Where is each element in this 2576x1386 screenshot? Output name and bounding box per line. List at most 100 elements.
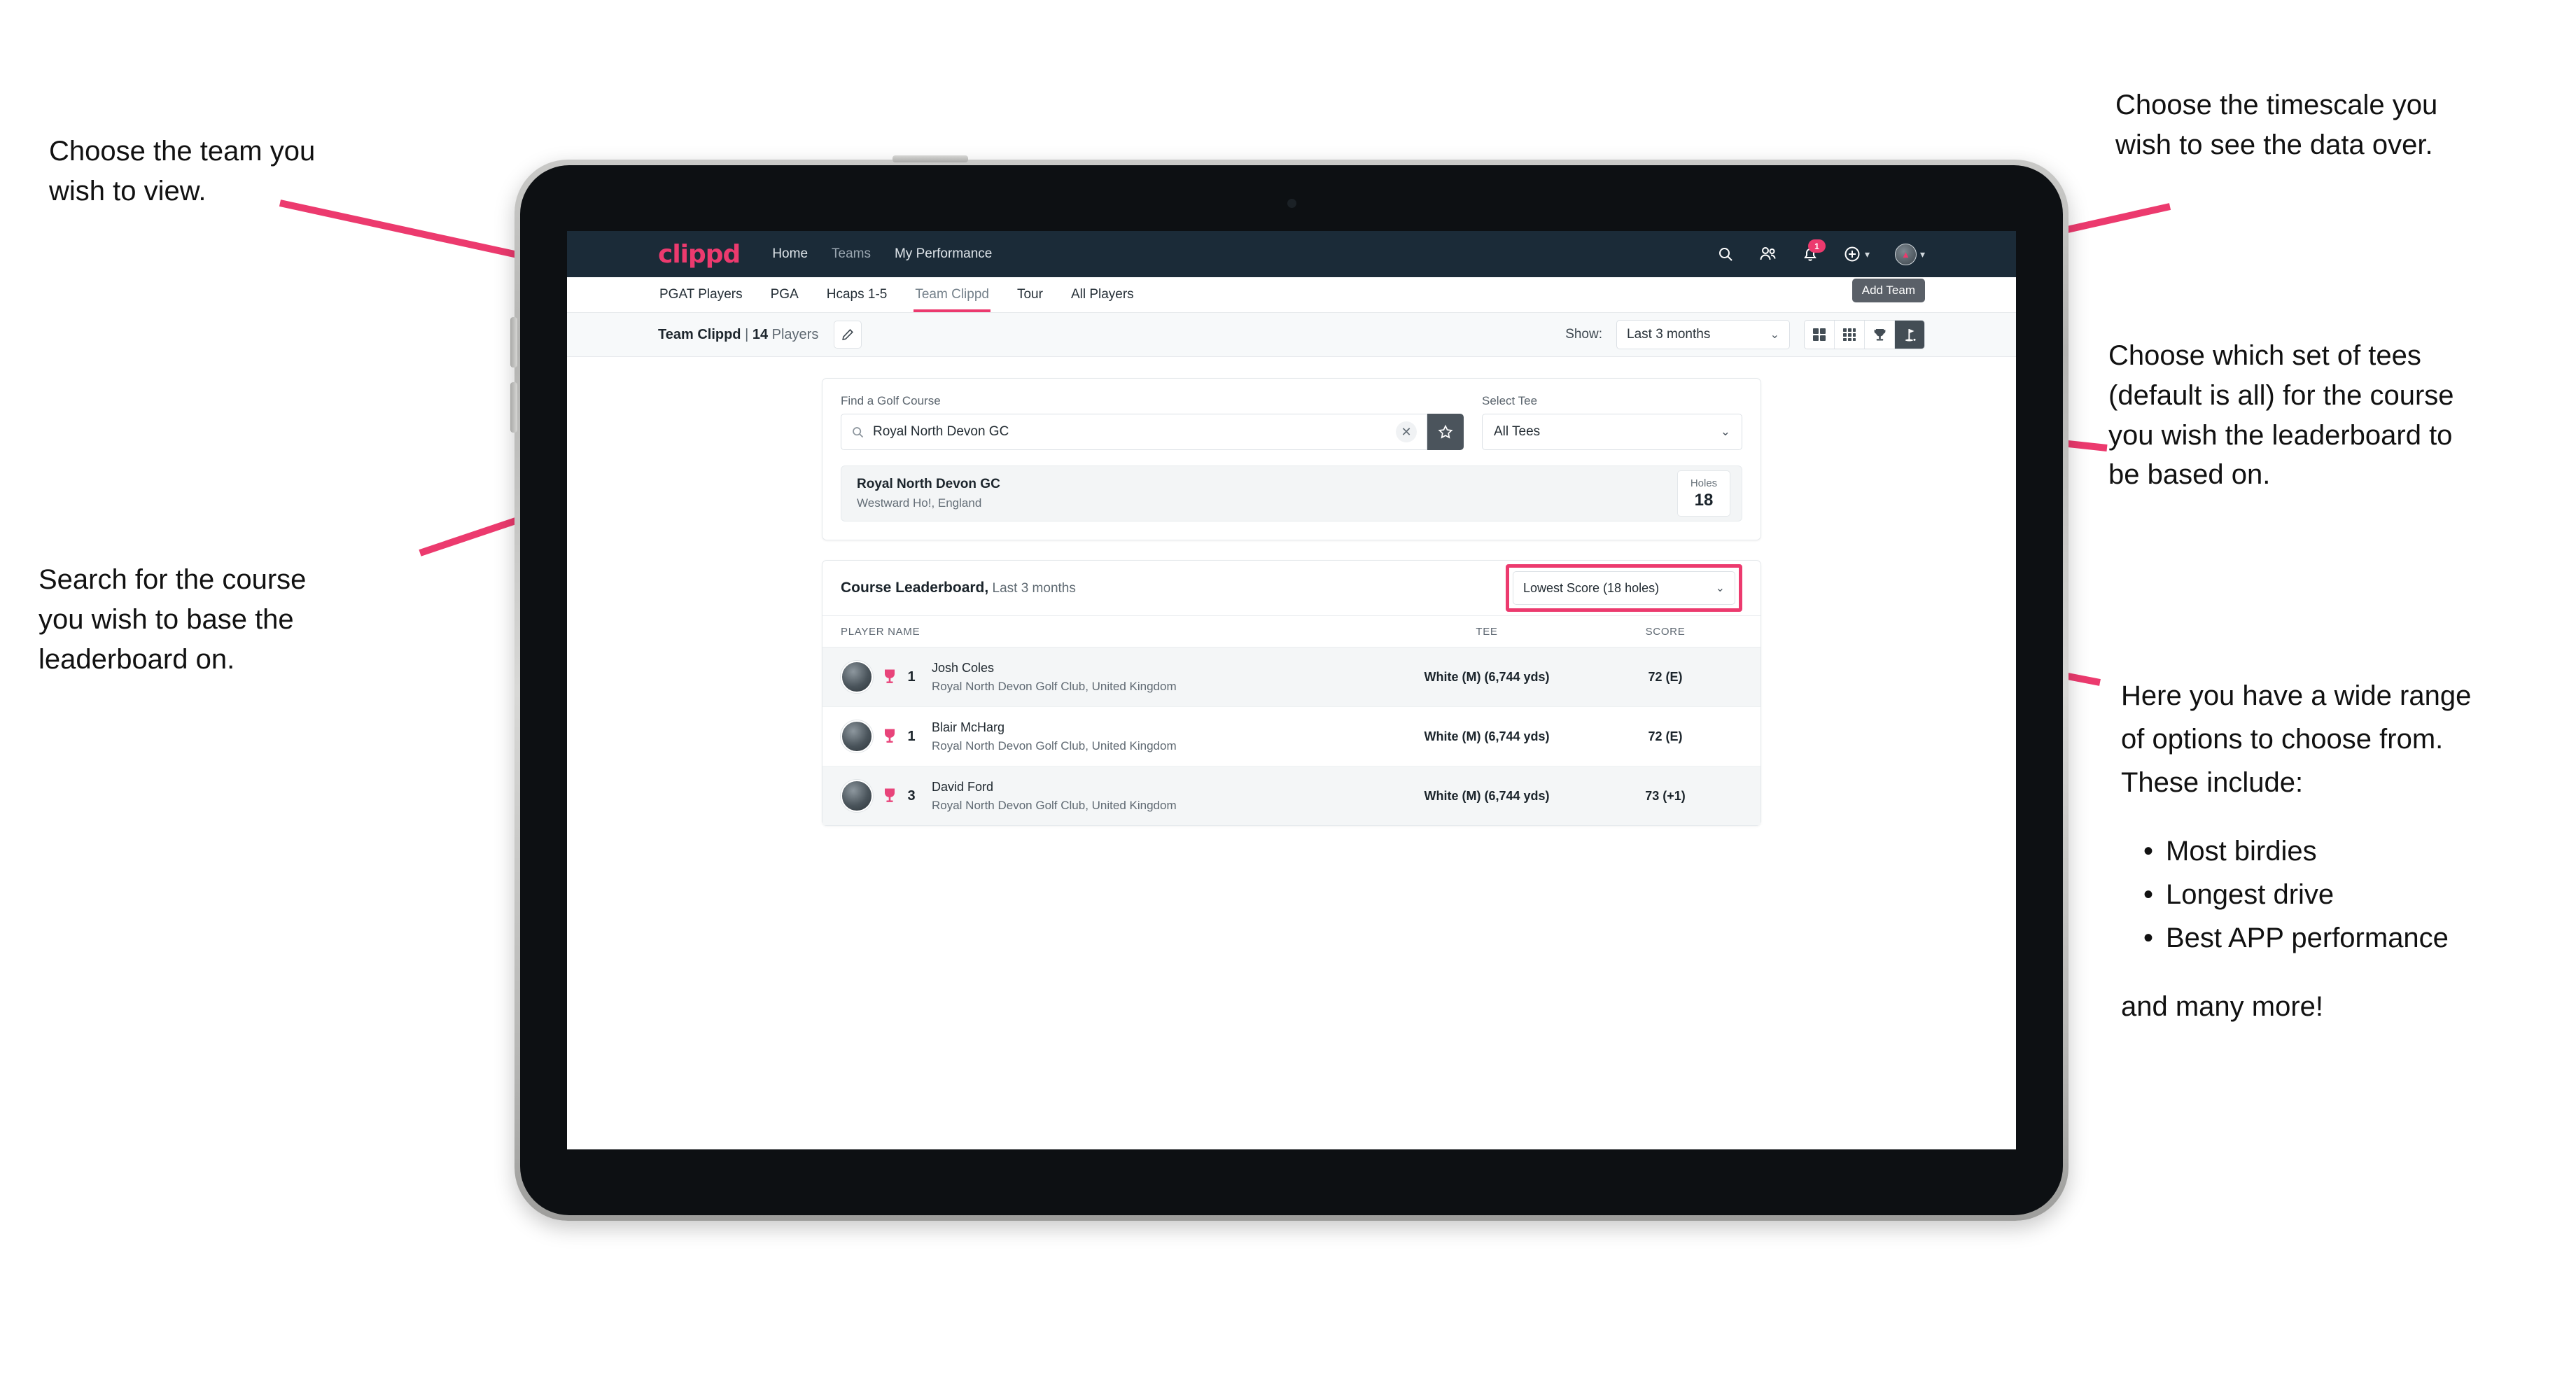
app-screen: clippd Home Teams My Performance 1 ▾ ▲ ▾… xyxy=(567,231,2016,1149)
tee-select[interactable]: All Tees ⌄ xyxy=(1482,414,1742,450)
volume-down-button[interactable] xyxy=(510,382,517,433)
add-team-tooltip: Add Team xyxy=(1851,279,1925,302)
tab-team-clippd[interactable]: Team Clippd xyxy=(913,277,990,312)
row-tee-value: White (M) (6,744 yds) xyxy=(1424,788,1550,803)
annotation-option-label: Most birdies xyxy=(2166,836,2317,867)
player-name: Blair McHarg xyxy=(932,720,1005,734)
grid-3x3-view-button[interactable] xyxy=(1835,321,1865,349)
player-name: David Ford xyxy=(932,779,994,794)
leaderboard-title-sub: Last 3 months xyxy=(988,581,1076,596)
annotation-team: Choose the team you wish to view. xyxy=(49,136,316,206)
tee-select-label: Select Tee xyxy=(1482,394,1538,407)
course-search-label: Find a Golf Course xyxy=(841,394,941,407)
chevron-down-icon: ⌄ xyxy=(1770,329,1779,341)
annotation-tees: Choose which set of tees (default is all… xyxy=(2108,340,2454,491)
search-icon xyxy=(853,426,864,438)
page-content: Find a Golf Course Royal North Devon GC … xyxy=(567,357,2016,1149)
tab-pgat-players[interactable]: PGAT Players xyxy=(658,277,744,312)
app-header: clippd Home Teams My Performance 1 ▾ ▲ ▾ xyxy=(567,231,2016,277)
team-name: Team Clippd xyxy=(658,326,741,342)
course-result-location: Westward Ho!, England xyxy=(857,496,982,510)
leaderboard-column-headers: PLAYER NAME TEE SCORE xyxy=(822,616,1760,648)
bullet-dot: • xyxy=(2143,879,2154,910)
tee-select-column: Select Tee All Tees ⌄ xyxy=(1482,394,1742,450)
nav-link-home[interactable]: Home xyxy=(772,246,808,262)
show-label: Show: xyxy=(1565,327,1602,342)
nav-link-teams[interactable]: Teams xyxy=(832,246,871,262)
annotation-option-item: • Most birdies xyxy=(2143,830,2569,873)
clippd-logo[interactable]: clippd xyxy=(658,240,741,269)
row-score-value: 72 (E) xyxy=(1648,729,1683,743)
team-summary: Team Clippd | 14 Players xyxy=(658,327,818,343)
golf-flag-icon xyxy=(1905,328,1915,341)
notification-badge: 1 xyxy=(1807,239,1826,253)
course-result-card[interactable]: Royal North Devon GC Westward Ho!, Engla… xyxy=(841,465,1742,522)
tab-hcaps-1-5[interactable]: Hcaps 1-5 xyxy=(825,277,889,312)
people-icon[interactable] xyxy=(1759,246,1777,262)
annotation-options-intro: Here you have a wide range of options to… xyxy=(2121,680,2472,798)
course-search-column: Find a Golf Course Royal North Devon GC … xyxy=(841,394,1464,450)
course-search-input[interactable]: Royal North Devon GC ✕ xyxy=(841,414,1427,450)
row-score-value: 73 (+1) xyxy=(1645,788,1686,803)
favourite-course-button[interactable] xyxy=(1427,414,1464,450)
table-row[interactable]: 1 Blair McHarg Royal North Devon Golf Cl… xyxy=(822,707,1760,766)
chevron-down-icon: ▾ xyxy=(1864,248,1870,260)
player-info: Blair McHarg Royal North Devon Golf Club… xyxy=(932,720,1177,753)
rank-value: 1 xyxy=(907,728,916,744)
player-count: 14 xyxy=(752,326,769,342)
leaderboard-metric-select[interactable]: Lowest Score (18 holes) ⌄ xyxy=(1513,571,1735,605)
course-result-text: Royal North Devon GC Westward Ho!, Engla… xyxy=(857,477,1000,510)
timescale-value: Last 3 months xyxy=(1627,327,1711,342)
table-row[interactable]: 1 Josh Coles Royal North Devon Golf Club… xyxy=(822,648,1760,707)
tablet-device: clippd Home Teams My Performance 1 ▾ ▲ ▾… xyxy=(510,155,2068,1221)
player-club: Royal North Devon Golf Club, United King… xyxy=(932,738,1177,752)
leaderboard-metric-value: Lowest Score (18 holes) xyxy=(1523,580,1660,595)
golf-flag-view-button[interactable] xyxy=(1895,321,1924,349)
chevron-down-icon: ▾ xyxy=(1919,248,1925,260)
table-row[interactable]: 3 David Ford Royal North Devon Golf Club… xyxy=(822,766,1760,825)
players-word: Players xyxy=(768,326,819,342)
course-search-wrap: Royal North Devon GC ✕ xyxy=(841,414,1464,450)
avatar xyxy=(841,661,873,693)
avatar xyxy=(841,780,873,812)
annotation-option-label: Longest drive xyxy=(2166,879,2334,910)
grid-3x3-icon xyxy=(1843,328,1856,341)
annotation-option-item: • Best APP performance xyxy=(2143,916,2569,960)
close-icon[interactable]: ✕ xyxy=(1396,421,1417,442)
chevron-down-icon: ⌄ xyxy=(1720,425,1730,438)
edit-team-button[interactable] xyxy=(834,321,862,349)
team-tabs: PGAT Players PGA Hcaps 1-5 Team Clippd T… xyxy=(567,277,2016,313)
row-score-value: 72 (E) xyxy=(1648,669,1683,684)
nav-link-my-performance[interactable]: My Performance xyxy=(895,246,992,262)
tab-all-players[interactable]: All Players xyxy=(1070,277,1135,312)
team-toolbar: Team Clippd | 14 Players Show: Last 3 mo… xyxy=(567,313,2016,357)
timescale-select[interactable]: Last 3 months ⌄ xyxy=(1616,320,1790,349)
trophy-icon xyxy=(1874,328,1885,340)
player-info: David Ford Royal North Devon Golf Club, … xyxy=(932,780,1177,813)
holes-label: Holes xyxy=(1690,477,1718,489)
avatar[interactable]: ▲ ▾ xyxy=(1894,243,1925,265)
bell-icon[interactable]: 1 xyxy=(1802,239,1826,262)
annotation-options-outro: and many more! xyxy=(2121,991,2324,1022)
volume-up-button[interactable] xyxy=(510,317,517,368)
leaderboard-metric-highlight: Lowest Score (18 holes) ⌄ xyxy=(1506,564,1742,612)
camera-icon xyxy=(1287,199,1296,208)
trophy-view-button[interactable] xyxy=(1865,321,1895,349)
search-icon[interactable] xyxy=(1717,246,1734,262)
annotation-option-item: • Longest drive xyxy=(2143,873,2569,916)
pencil-icon xyxy=(842,329,854,340)
plus-circle-icon[interactable]: ▾ xyxy=(1843,245,1870,263)
avatar xyxy=(841,720,873,752)
trophy-marker-icon xyxy=(880,668,899,685)
power-button[interactable] xyxy=(892,155,968,162)
main-nav: Home Teams My Performance xyxy=(772,246,992,262)
annotation-options: Here you have a wide range of options to… xyxy=(2121,674,2569,1028)
tab-pga[interactable]: PGA xyxy=(769,277,800,312)
course-leaderboard-panel: Course Leaderboard, Last 3 months Lowest… xyxy=(822,560,1761,826)
toolbar-right: Show: Last 3 months ⌄ xyxy=(1565,320,1925,349)
star-icon xyxy=(1438,424,1453,439)
rank-value: 3 xyxy=(907,788,916,804)
search-row: Find a Golf Course Royal North Devon GC … xyxy=(841,394,1742,450)
grid-2x2-view-button[interactable] xyxy=(1805,321,1835,349)
tab-tour[interactable]: Tour xyxy=(1016,277,1044,312)
